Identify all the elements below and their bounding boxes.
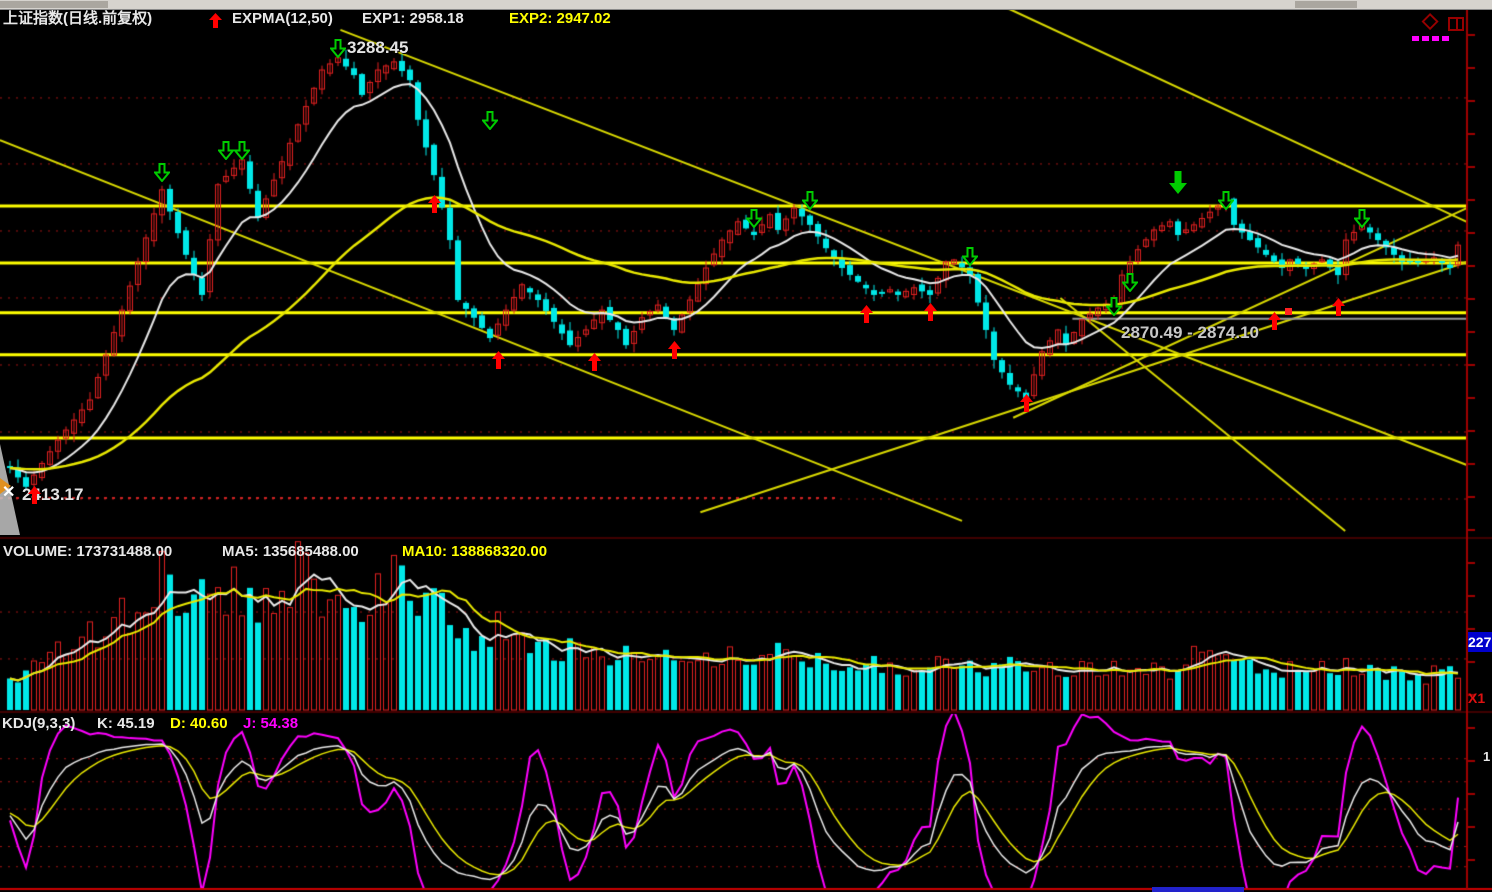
stock-chart-app: 上证指数(日线.前复权) EXPMA(12,50) EXP1: 2958.18 … <box>0 0 1492 892</box>
scrollbar-segment[interactable] <box>1295 1 1357 8</box>
sell-signal-arrow-icon <box>1218 191 1234 215</box>
buy-signal-arrow-icon <box>924 303 937 326</box>
sell-signal-arrow-icon <box>1122 273 1138 297</box>
magenta-dash-mark <box>1412 36 1419 41</box>
sell-signal-arrow-icon <box>802 191 818 215</box>
exp1-value: EXP1: 2958.18 <box>362 11 464 26</box>
split-window-icon[interactable] <box>1448 17 1464 31</box>
exp2-value: EXP2: 2947.02 <box>509 11 611 26</box>
kdj-j-value: J: 54.38 <box>243 716 298 731</box>
axis-multiplier-label: X1 <box>1468 691 1485 705</box>
kdj-title: KDJ(9,3,3) <box>2 716 75 731</box>
kdj-k-value: K: 45.19 <box>97 716 155 731</box>
sell-signal-arrow-icon <box>234 141 250 165</box>
magenta-dash-mark <box>1442 36 1449 41</box>
kdj-d-value: D: 40.60 <box>170 716 228 731</box>
chart-canvas[interactable] <box>0 0 1492 892</box>
magenta-dash-mark <box>1422 36 1429 41</box>
buy-signal-arrow-icon <box>428 195 441 218</box>
buy-signal-arrow-icon <box>28 486 41 509</box>
sell-signal-arrow-icon <box>1354 209 1370 233</box>
volume-ma5-label: MA5: 135685488.00 <box>222 544 359 559</box>
buy-signal-arrow-icon <box>1332 298 1345 321</box>
sell-signal-arrow-icon <box>154 163 170 187</box>
top-scrollbar[interactable] <box>0 0 1492 10</box>
sell-signal-arrow-icon <box>746 209 762 233</box>
buy-signal-arrow-icon <box>860 305 873 328</box>
sell-signal-arrow-icon <box>330 39 346 63</box>
buy-signal-arrow-icon <box>1020 394 1033 417</box>
magenta-dash-mark <box>1432 36 1439 41</box>
volume-value-badge: 227 <box>1468 632 1492 652</box>
sell-signal-arrow-icon <box>482 111 498 135</box>
up-arrow-icon <box>209 13 222 33</box>
bottom-scroll-thumb[interactable] <box>1152 887 1244 892</box>
buy-signal-arrow-icon <box>588 353 601 376</box>
peak-price-label: 3288.45 <box>347 39 408 56</box>
trendline-node-marker[interactable] <box>1285 308 1292 315</box>
kdj-axis-digit: 1 <box>1483 750 1490 763</box>
volume-ma10-label: MA10: 138868320.00 <box>402 544 547 559</box>
sell-signal-arrow-icon <box>1106 297 1122 321</box>
scrollbar-segment[interactable] <box>0 1 108 8</box>
symbol-title: 上证指数(日线.前复权) <box>3 11 152 26</box>
sell-signal-arrow-icon <box>218 141 234 165</box>
volume-value-label: VOLUME: 173731488.00 <box>3 544 172 559</box>
buy-signal-arrow-icon <box>492 351 505 374</box>
sell-signal-arrow-icon <box>962 247 978 271</box>
buy-signal-arrow-icon <box>1268 312 1281 335</box>
indicator-name: EXPMA(12,50) <box>232 11 333 26</box>
diamond-tool-icon[interactable]: ◇ <box>1422 8 1438 33</box>
anchor-cross-mark: ✕ <box>2 482 15 502</box>
buy-signal-arrow-icon <box>668 341 681 364</box>
gap-range-label: 2870.49 - 2874.10 <box>1121 324 1259 341</box>
sell-signal-solid-arrow-icon <box>1169 171 1187 199</box>
